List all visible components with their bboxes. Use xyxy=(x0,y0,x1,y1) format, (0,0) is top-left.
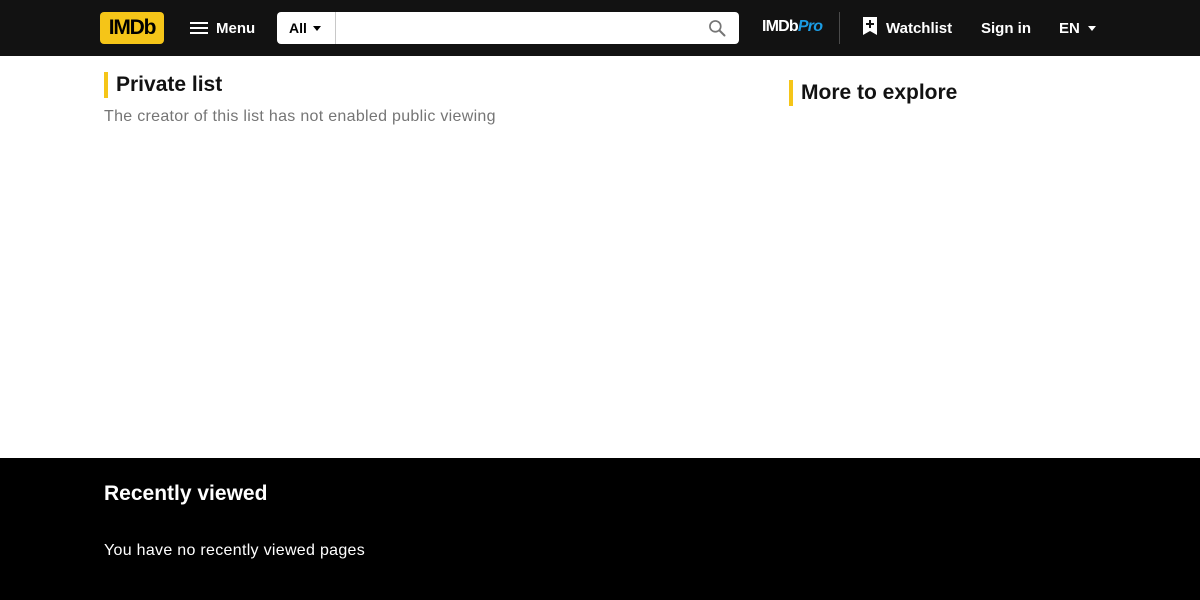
search-category-label: All xyxy=(289,20,307,36)
top-navbar: IMDb Menu All IMDbPro Watchlist Sign in … xyxy=(0,0,1200,56)
imdbpro-text: IMDb xyxy=(762,18,799,35)
nav-divider xyxy=(839,12,840,44)
search-icon[interactable] xyxy=(695,12,739,44)
search-bar: All xyxy=(277,12,739,44)
sign-in-button[interactable]: Sign in xyxy=(981,12,1031,44)
search-category-dropdown[interactable]: All xyxy=(277,12,336,44)
imdb-logo[interactable]: IMDb xyxy=(100,12,164,44)
watchlist-add-icon xyxy=(862,16,878,40)
imdbpro-pro-text: Pro xyxy=(797,18,823,35)
search-input[interactable] xyxy=(336,12,695,44)
recently-viewed-empty-message: You have no recently viewed pages xyxy=(104,542,366,559)
caret-down-icon xyxy=(312,25,321,31)
private-list-message: The creator of this list has not enabled… xyxy=(104,108,496,125)
watchlist-label: Watchlist xyxy=(886,19,953,37)
menu-label: Menu xyxy=(216,19,256,37)
watchlist-button[interactable]: Watchlist xyxy=(862,12,952,44)
language-selector[interactable]: EN xyxy=(1059,12,1096,44)
language-label: EN xyxy=(1059,19,1080,37)
page-title: Private list xyxy=(104,72,222,98)
more-to-explore-heading: More to explore xyxy=(789,80,957,106)
menu-button[interactable]: Menu xyxy=(180,12,264,44)
recently-viewed-section: Recently viewed You have no recently vie… xyxy=(0,458,1200,600)
hamburger-menu-icon xyxy=(190,21,208,35)
caret-down-icon xyxy=(1087,25,1096,31)
imdbpro-link[interactable]: IMDbPro xyxy=(762,18,823,38)
recently-viewed-heading: Recently viewed xyxy=(104,482,268,505)
sign-in-label: Sign in xyxy=(981,19,1031,37)
